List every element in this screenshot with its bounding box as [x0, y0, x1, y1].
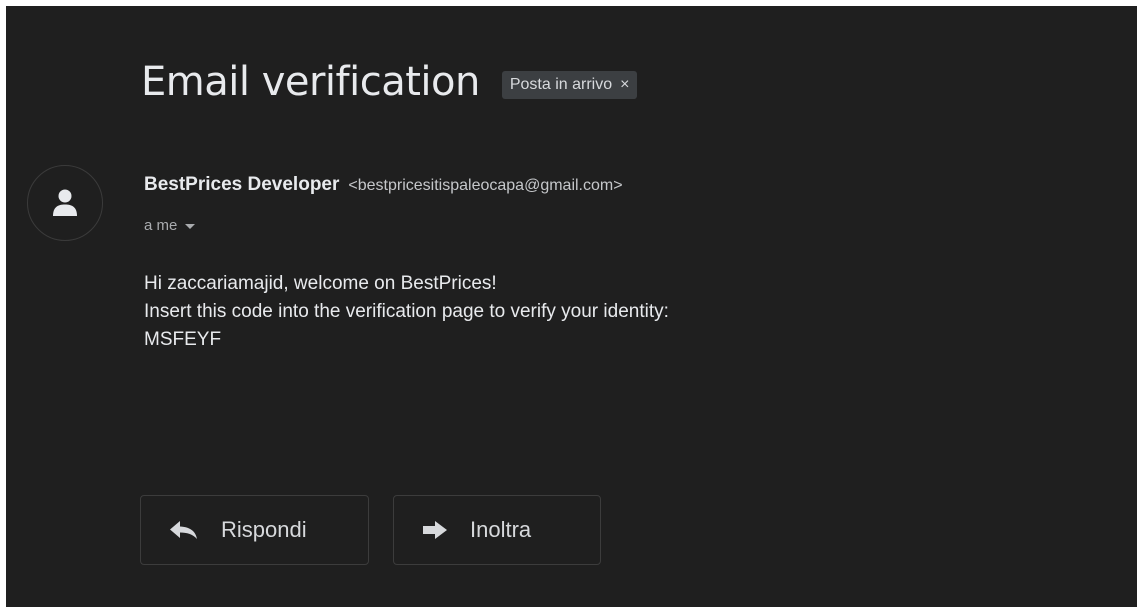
- body-line-instruction: Insert this code into the verification p…: [144, 301, 669, 322]
- email-subject: Email verification: [141, 59, 480, 105]
- forward-icon: [423, 521, 447, 539]
- body-line-greeting: Hi zaccariamajid, welcome on BestPrices!: [144, 273, 497, 294]
- avatar[interactable]: [27, 165, 103, 241]
- reply-button[interactable]: Rispondi: [140, 495, 369, 565]
- sender-email: <bestpricesitispaleocapa@gmail.com>: [348, 177, 623, 194]
- verification-code: MSFEYF: [144, 329, 222, 350]
- forward-button-label: Inoltra: [470, 517, 532, 542]
- forward-button[interactable]: Inoltra: [393, 495, 601, 565]
- recipient-details-toggle[interactable]: a me: [144, 217, 196, 234]
- label-chip-inbox[interactable]: Posta in arrivo ×: [501, 71, 638, 99]
- subject-row: Email verification Posta in arrivo ×: [141, 58, 638, 106]
- person-icon: [53, 189, 77, 216]
- email-body: Hi zaccariamajid, welcome on BestPrices!…: [144, 270, 669, 354]
- reply-icon: [170, 521, 197, 539]
- sender-name[interactable]: BestPrices Developer: [144, 174, 339, 195]
- recipient-text: a me: [144, 217, 178, 234]
- label-chip-text: Posta in arrivo: [509, 76, 613, 93]
- reply-button-label: Rispondi: [221, 517, 307, 542]
- sender-line: BestPrices Developer <bestpricesitispale…: [144, 174, 623, 196]
- chevron-down-icon: [185, 224, 196, 229]
- email-view: Email verification Posta in arrivo × Bes…: [6, 6, 1137, 607]
- close-icon[interactable]: ×: [620, 76, 629, 94]
